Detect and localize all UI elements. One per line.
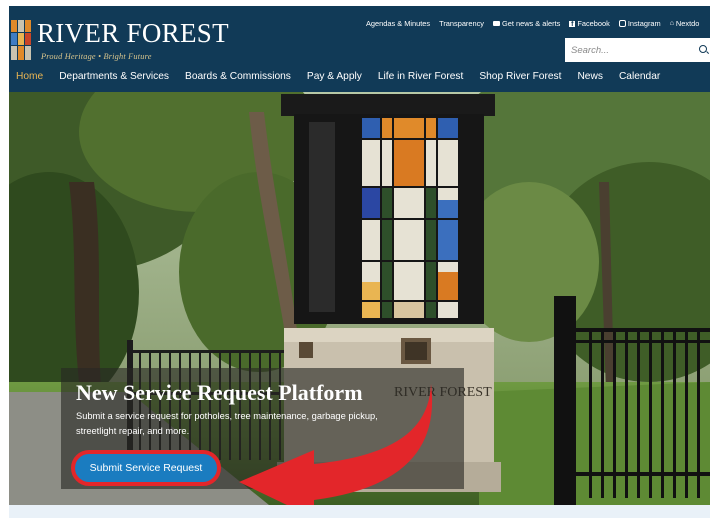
toplink-instagram[interactable]: Instagram xyxy=(618,19,661,28)
nav-boards-commissions[interactable]: Boards & Commissions xyxy=(185,68,291,86)
toplink-label: Transparency xyxy=(439,19,485,28)
toplink-label: Facebook xyxy=(577,19,610,28)
hero-banner: RIVER FOREST xyxy=(9,92,710,505)
toplink-facebook[interactable]: f Facebook xyxy=(569,19,610,28)
content-strip xyxy=(9,505,710,518)
mail-icon xyxy=(493,21,501,26)
toplink-label: Agendas & Minutes xyxy=(366,19,431,28)
toplink-label: Instagram xyxy=(627,19,661,28)
toplink-transparency[interactable]: Transparency xyxy=(439,19,484,28)
toplink-label: Get news & alerts xyxy=(502,19,561,28)
site-tagline: Proud Heritage • Bright Future xyxy=(41,52,152,61)
toplink-label: Nextdo xyxy=(675,19,700,28)
toplink-nextdoor[interactable]: ⌂ Nextdo xyxy=(670,19,700,28)
nav-departments-services[interactable]: Departments & Services xyxy=(59,68,169,86)
site-name: RIVER FOREST xyxy=(37,18,229,48)
toplink-agendas[interactable]: Agendas & Minutes xyxy=(366,19,430,28)
submit-service-request-button[interactable]: Submit Service Request xyxy=(71,450,221,486)
utility-links: Agendas & Minutes Transparency Get news … xyxy=(366,19,708,28)
nextdoor-icon: ⌂ xyxy=(669,20,674,27)
site-header: RIVER FOREST Proud Heritage • Bright Fut… xyxy=(9,6,710,92)
search-input[interactable] xyxy=(571,42,691,58)
facebook-icon: f xyxy=(569,20,576,28)
toplink-news-alerts[interactable]: Get news & alerts xyxy=(493,19,560,28)
logo-mark-icon xyxy=(9,18,33,62)
nav-pay-apply[interactable]: Pay & Apply xyxy=(307,68,362,86)
search-icon[interactable] xyxy=(699,45,707,53)
search-box xyxy=(565,38,710,62)
nav-calendar[interactable]: Calendar xyxy=(619,68,660,86)
main-nav: Home Departments & Services Boards & Com… xyxy=(9,68,668,86)
instagram-icon xyxy=(618,20,626,27)
nav-life-in-river-forest[interactable]: Life in River Forest xyxy=(378,68,464,86)
highlight-arrow-icon xyxy=(239,384,433,505)
nav-news[interactable]: News xyxy=(577,68,602,86)
nav-home[interactable]: Home xyxy=(16,68,43,86)
site-logo[interactable]: RIVER FOREST Proud Heritage • Bright Fut… xyxy=(9,14,229,68)
nav-shop-river-forest[interactable]: Shop River Forest xyxy=(479,68,561,86)
